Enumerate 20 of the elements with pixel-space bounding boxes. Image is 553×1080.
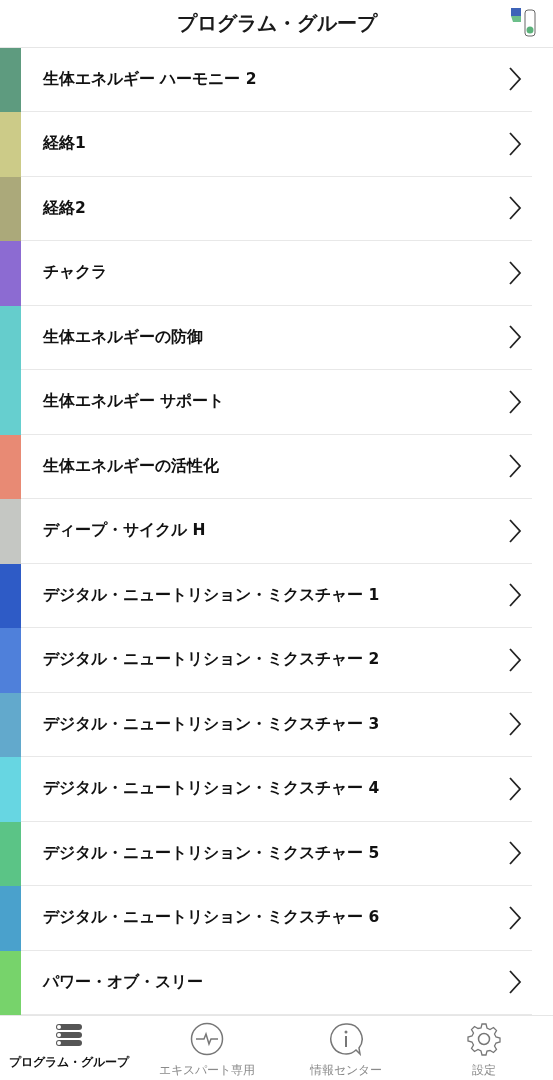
group-item[interactable]: 生体エネルギーの活性化	[43, 455, 508, 477]
tab[interactable]: プログラム・グループ	[0, 1016, 139, 1080]
group-item[interactable]: デジタル・ニュートリション・ミクスチャー 4	[43, 778, 508, 800]
group-item[interactable]: デジタル・ニュートリション・ミクスチャー 5	[43, 842, 508, 864]
group-item[interactable]: デジタル・ニュートリション・ミクスチャー 1	[43, 584, 508, 606]
screen-title: プログラム・グループ	[176, 9, 377, 37]
group-item[interactable]: デジタル・ニュートリション・ミクスチャー 2	[43, 649, 508, 671]
group-item[interactable]: 生体エネルギー ハーモニー 2	[43, 68, 508, 90]
group-item[interactable]: パワー・オブ・スリー	[43, 971, 508, 993]
tab[interactable]: エキスパート専用	[138, 1016, 277, 1080]
tab[interactable]: 設定	[414, 1016, 553, 1080]
group-item[interactable]: 経絡1	[43, 133, 508, 155]
group-item[interactable]: ディープ・サイクル H	[43, 520, 508, 542]
group-item[interactable]: 経絡2	[43, 197, 508, 219]
group-item[interactable]: 生体エネルギーの防御	[43, 326, 508, 348]
group-item[interactable]: チャクラ	[43, 262, 508, 284]
group-item[interactable]: デジタル・ニュートリション・ミクスチャー 6	[43, 907, 508, 929]
tab[interactable]: 情報センター	[276, 1016, 415, 1080]
group-item[interactable]: デジタル・ニュートリション・ミクスチャー 3	[43, 713, 508, 735]
group-item[interactable]: 生体エネルギー サポート	[43, 391, 508, 413]
